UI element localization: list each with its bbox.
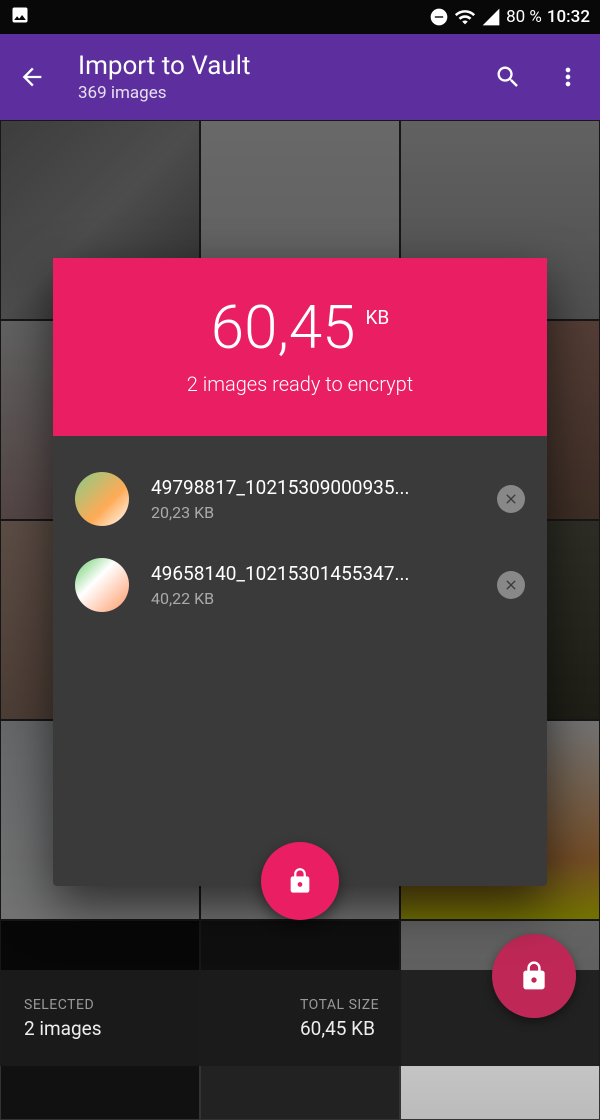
- dialog-header: 60,45 KB 2 images ready to encrypt: [53, 258, 547, 436]
- file-thumbnail: [75, 472, 129, 526]
- page-title: Import to Vault: [78, 51, 494, 81]
- battery-percent: 80 %: [506, 7, 542, 27]
- back-arrow-icon[interactable]: [18, 63, 46, 91]
- lock-icon: [286, 867, 314, 895]
- close-icon: [503, 577, 519, 593]
- app-bar: Import to Vault 369 images: [0, 34, 600, 120]
- signal-icon: [481, 7, 501, 27]
- status-bar: 80 % 10:32: [0, 0, 600, 34]
- lock-icon: [518, 960, 550, 992]
- search-icon[interactable]: [494, 63, 522, 91]
- file-thumbnail: [75, 558, 129, 612]
- selected-value: 2 images: [24, 1017, 300, 1040]
- file-name: 49658140_10215301455347...: [151, 562, 475, 585]
- do-not-disturb-icon: [429, 7, 449, 27]
- notification-area: [10, 5, 30, 30]
- encrypt-fab[interactable]: [492, 934, 576, 1018]
- file-name: 49798817_10215309000935...: [151, 476, 475, 499]
- total-size-value: 60,45 KB: [300, 1017, 576, 1040]
- dialog-file-list: 49798817_10215309000935... 20,23 KB 4965…: [53, 436, 547, 648]
- close-icon: [503, 491, 519, 507]
- remove-button[interactable]: [497, 485, 525, 513]
- more-icon[interactable]: [554, 63, 582, 91]
- dialog-size-value: 60,45: [211, 298, 356, 358]
- file-size: 40,22 KB: [151, 589, 475, 608]
- image-icon: [10, 5, 30, 25]
- selected-label: SELECTED: [24, 997, 300, 1013]
- list-item: 49798817_10215309000935... 20,23 KB: [75, 456, 525, 542]
- clock: 10:32: [547, 7, 590, 27]
- status-icons: 80 % 10:32: [429, 6, 590, 28]
- dialog-ready-text: 2 images ready to encrypt: [187, 372, 413, 396]
- file-size: 20,23 KB: [151, 503, 475, 522]
- remove-button[interactable]: [497, 571, 525, 599]
- page-subtitle: 369 images: [78, 83, 494, 103]
- encrypt-dialog: 60,45 KB 2 images ready to encrypt 49798…: [53, 258, 547, 886]
- list-item: 49658140_10215301455347... 40,22 KB: [75, 542, 525, 628]
- confirm-encrypt-fab[interactable]: [261, 842, 339, 920]
- wifi-icon: [454, 6, 476, 28]
- dialog-size-unit: KB: [365, 306, 389, 329]
